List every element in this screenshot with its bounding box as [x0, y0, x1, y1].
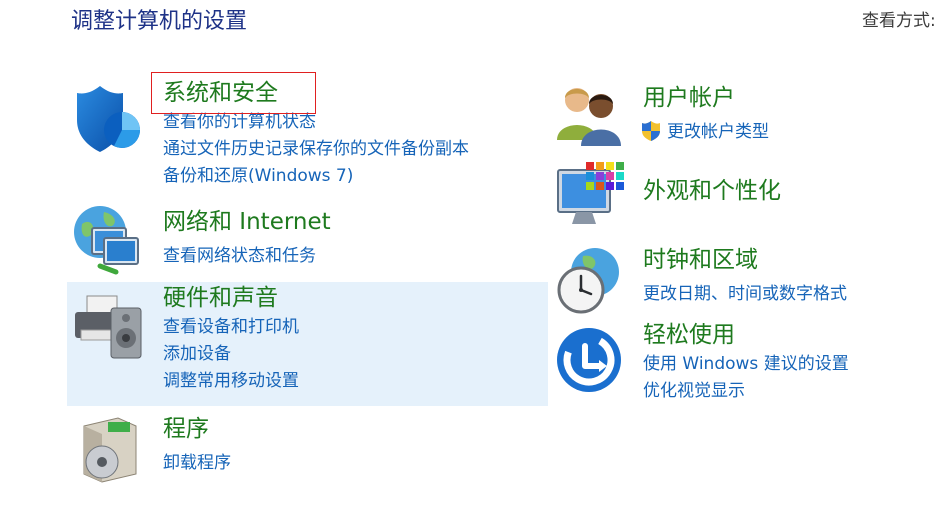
link-view-network-status[interactable]: 查看网络状态和任务 — [163, 245, 316, 267]
link-backup-restore[interactable]: 备份和还原(Windows 7) — [163, 165, 353, 187]
view-by-label: 查看方式: — [862, 11, 936, 31]
link-add-device[interactable]: 添加设备 — [163, 343, 231, 365]
ease-of-access-icon — [557, 328, 621, 392]
globe-monitors-icon — [74, 206, 139, 275]
shield-chart-icon — [77, 86, 140, 152]
page-title: 调整计算机的设置 — [71, 9, 248, 34]
category-title-network[interactable]: 网络和 Internet — [163, 208, 331, 236]
category-title-hardware[interactable]: 硬件和声音 — [163, 284, 278, 312]
link-view-computer-status[interactable]: 查看你的计算机状态 — [163, 111, 316, 133]
category-title-user-accounts[interactable]: 用户帐户 — [643, 84, 735, 112]
link-mobility-settings[interactable]: 调整常用移动设置 — [163, 370, 299, 392]
link-optimize-visual-display[interactable]: 优化视觉显示 — [643, 380, 745, 402]
printer-speaker-icon — [75, 295, 142, 359]
link-change-date-time-format[interactable]: 更改日期、时间或数字格式 — [643, 283, 847, 305]
program-disc-icon — [83, 417, 137, 483]
link-windows-suggested-settings[interactable]: 使用 Windows 建议的设置 — [643, 353, 849, 375]
category-title-clock-region[interactable]: 时钟和区域 — [643, 246, 758, 274]
category-title-ease-access[interactable]: 轻松使用 — [643, 321, 735, 349]
link-change-account-type[interactable]: 更改帐户类型 — [667, 121, 769, 143]
clock-globe-icon — [557, 248, 619, 314]
users-icon — [557, 88, 621, 146]
monitor-palette-icon — [557, 162, 624, 224]
link-uninstall-program[interactable]: 卸载程序 — [163, 452, 231, 474]
focus-rectangle — [151, 72, 316, 114]
uac-shield-icon — [642, 121, 660, 141]
link-devices-printers[interactable]: 查看设备和打印机 — [163, 316, 299, 338]
control-panel-page: 调整计算机的设置 查看方式: 系统和安全 查看你的计算机状态 通过文件历史记录保… — [0, 0, 948, 526]
category-title-programs[interactable]: 程序 — [163, 415, 209, 443]
category-title-appearance[interactable]: 外观和个性化 — [643, 177, 781, 205]
link-file-history-backup[interactable]: 通过文件历史记录保存你的文件备份副本 — [163, 138, 469, 160]
